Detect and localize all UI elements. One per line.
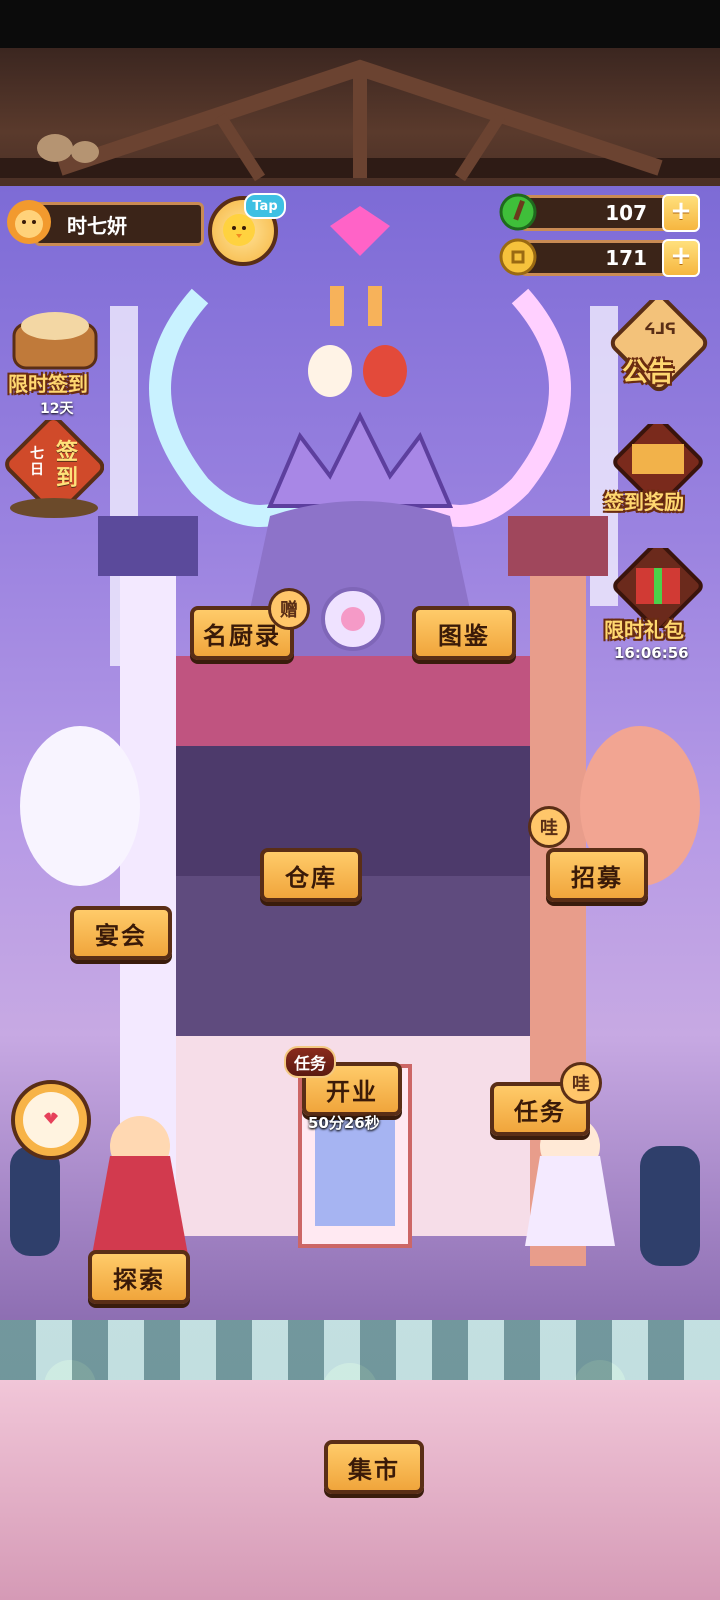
- status-bar-area: [0, 0, 720, 48]
- add-gems-button[interactable]: +: [662, 194, 700, 232]
- recruit-label: 招募: [571, 863, 623, 892]
- gem-count: 107: [605, 201, 647, 225]
- seven-day-small-label: 七日: [30, 446, 44, 478]
- warehouse-label: 仓库: [285, 863, 337, 892]
- open-business-timer: 50分26秒: [308, 1114, 380, 1132]
- notice-button[interactable]: ᔦᒧᕋ 公告: [604, 300, 714, 400]
- bread-basket-icon: [12, 312, 98, 370]
- limited-signin-button[interactable]: 限时签到 12天: [4, 308, 104, 418]
- open-business-task-tag: 任务: [284, 1046, 337, 1078]
- player-name-panel[interactable]: 时七妍: [34, 202, 204, 246]
- gold-coin-icon: [499, 238, 537, 276]
- pocket-watch-icon: [11, 1080, 91, 1160]
- seven-day-signin-button[interactable]: 七日 签到: [4, 420, 104, 520]
- limited-signin-days: 12天: [40, 401, 74, 417]
- warehouse-button[interactable]: 仓库: [260, 848, 362, 902]
- signin-reward-label: 签到奖励: [604, 490, 684, 514]
- explore-label: 探索: [113, 1265, 165, 1294]
- limited-signin-label: 限时签到: [8, 372, 88, 396]
- recruit-badge: 哇: [528, 806, 570, 848]
- player-name: 时七妍: [67, 213, 127, 238]
- tasks-badge: 哇: [560, 1062, 602, 1104]
- player-avatar-icon[interactable]: [4, 196, 54, 250]
- wooden-beams-graphic: [0, 59, 720, 182]
- explore-button[interactable]: 探索: [88, 1250, 190, 1304]
- game-screen: 时七妍 Tap 107 + 171 + 限时签到 12天 七日 签到 ᔦᒧᕋ 公…: [0, 0, 720, 1600]
- limited-pack-timer: 16:06:56: [614, 644, 689, 662]
- banquet-button[interactable]: 宴会: [70, 906, 172, 960]
- chef-record-label: 名厨录: [203, 621, 281, 650]
- open-business-label: 开业: [326, 1077, 378, 1106]
- chef-record-badge: 赠: [268, 588, 310, 630]
- tasks-label: 任务: [514, 1097, 566, 1126]
- signin-scroll-icon: [5, 420, 104, 518]
- market-label: 集市: [348, 1455, 400, 1484]
- catalog-label: 图鉴: [438, 621, 490, 650]
- recruit-button[interactable]: 招募: [546, 848, 648, 902]
- tap-hint-tag: Tap: [244, 193, 286, 219]
- attic-beams-background: [0, 48, 720, 188]
- notice-label: 公告: [622, 358, 675, 388]
- banquet-label: 宴会: [95, 921, 147, 950]
- seven-day-big-label: 签到: [56, 440, 79, 491]
- market-button[interactable]: 集市: [324, 1440, 424, 1494]
- add-coins-button[interactable]: +: [662, 239, 700, 277]
- notice-glyphs: ᔦᒧᕋ: [643, 320, 677, 338]
- signin-reward-button[interactable]: 签到奖励: [600, 424, 718, 524]
- checker-floor: [0, 1320, 720, 1380]
- green-gem-icon: [499, 193, 537, 231]
- coin-count: 171: [605, 246, 647, 270]
- rose-window-icon: [321, 587, 385, 651]
- catalog-button[interactable]: 图鉴: [412, 606, 516, 660]
- limited-pack-label: 限时礼包: [604, 618, 684, 642]
- limited-pack-button[interactable]: 限时礼包 16:06:56: [600, 548, 718, 668]
